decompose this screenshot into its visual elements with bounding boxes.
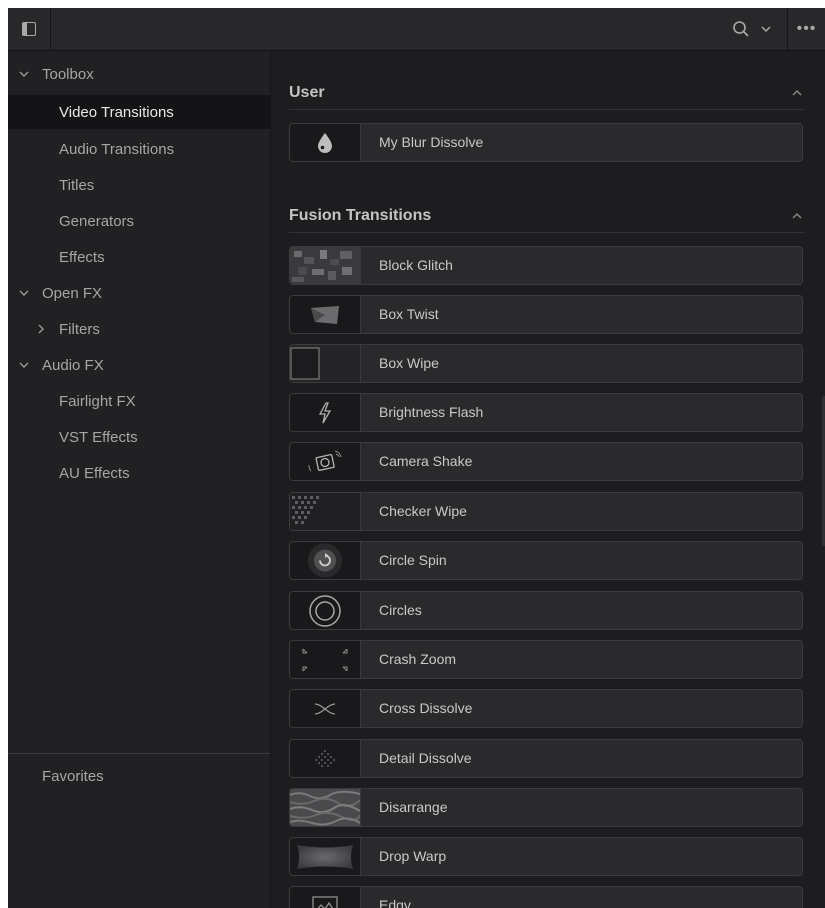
sidebar-item-label: Effects — [59, 248, 105, 266]
sidebar-item-label: Audio FX — [42, 356, 104, 374]
effect-item-disarrange[interactable]: Disarrange — [289, 788, 803, 827]
toolbar-divider — [50, 8, 51, 50]
sidebar-item-toolbox[interactable]: Toolbox — [8, 57, 270, 91]
effect-label: Circles — [379, 602, 422, 618]
effect-label: Edgy — [379, 897, 411, 908]
effect-item-box-wipe[interactable]: Box Wipe — [289, 344, 803, 383]
section-header-user[interactable]: User — [289, 77, 805, 110]
favorites-divider — [8, 753, 270, 754]
box-wipe-thumbnail — [290, 345, 361, 382]
sidebar-item-filters[interactable]: Filters — [8, 312, 270, 346]
sidebar-item-label: AU Effects — [59, 464, 130, 482]
chevron-up-icon[interactable] — [791, 210, 803, 222]
sidebar-item-effects[interactable]: Effects — [8, 240, 270, 274]
sidebar-item-label: Titles — [59, 176, 95, 194]
box-twist-thumbnail — [290, 296, 361, 333]
effect-item-camera-shake[interactable]: Camera Shake — [289, 442, 803, 481]
sidebar-item-label: Generators — [59, 212, 135, 230]
sidebar-item-vst-effects[interactable]: VST Effects — [8, 420, 270, 454]
more-options-button[interactable]: ••• — [788, 8, 825, 50]
droplet-icon — [290, 124, 361, 161]
sidebar-item-label: Audio Transitions — [59, 140, 175, 158]
effects-list-panel: User My Blur Dissolve Fusion Transitions — [271, 51, 825, 908]
section-header-fusion-transitions[interactable]: Fusion Transitions — [289, 200, 805, 233]
effect-label: Brightness Flash — [379, 404, 484, 420]
chevron-down-icon[interactable] — [18, 287, 30, 299]
sidebar-item-label: Open FX — [42, 284, 103, 302]
effect-item-detail-dissolve[interactable]: Detail Dissolve — [289, 739, 803, 778]
chevron-down-icon — [761, 26, 771, 33]
search-options-dropdown[interactable] — [756, 8, 776, 50]
effect-item-drop-warp[interactable]: Drop Warp — [289, 837, 803, 876]
section-title: Fusion Transitions — [289, 207, 432, 224]
effect-label: Cross Dissolve — [379, 700, 473, 716]
sidebar-item-favorites[interactable]: Favorites — [8, 759, 270, 793]
sidebar-item-audio-transitions[interactable]: Audio Transitions — [8, 132, 270, 166]
block-glitch-thumbnail — [290, 247, 361, 284]
chevron-down-icon[interactable] — [18, 68, 30, 80]
cross-dissolve-icon — [290, 690, 361, 727]
chevron-down-icon[interactable] — [18, 359, 30, 371]
sidebar-item-label: VST Effects — [59, 428, 138, 446]
sidebar-item-fairlight-fx[interactable]: Fairlight FX — [8, 384, 270, 418]
effect-label: Block Glitch — [379, 257, 453, 273]
effect-item-my-blur-dissolve[interactable]: My Blur Dissolve — [289, 123, 803, 162]
sidebar-item-titles[interactable]: Titles — [8, 168, 270, 202]
sidebar-item-label: Video Transitions — [59, 103, 174, 121]
effect-label: Crash Zoom — [379, 651, 457, 667]
detail-dissolve-thumbnail — [290, 740, 361, 777]
effect-item-circles[interactable]: Circles — [289, 591, 803, 630]
effect-item-block-glitch[interactable]: Block Glitch — [289, 246, 803, 285]
panel-toggle-icon — [22, 22, 36, 36]
search-icon — [733, 21, 749, 37]
effect-item-box-twist[interactable]: Box Twist — [289, 295, 803, 334]
sidebar-item-label: Filters — [59, 320, 100, 338]
effect-label: My Blur Dissolve — [379, 134, 484, 150]
sidebar-item-label: Fairlight FX — [59, 392, 136, 410]
effect-item-cross-dissolve[interactable]: Cross Dissolve — [289, 689, 803, 728]
effect-item-brightness-flash[interactable]: Brightness Flash — [289, 393, 803, 432]
effect-label: Detail Dissolve — [379, 750, 472, 766]
effects-toolbar: ••• — [8, 8, 825, 51]
effect-item-circle-spin[interactable]: Circle Spin — [289, 541, 803, 580]
sidebar-item-label: Favorites — [42, 767, 104, 785]
lightning-icon — [290, 394, 361, 431]
concentric-circles-icon — [290, 592, 361, 629]
effect-label: Box Wipe — [379, 355, 439, 371]
sidebar-item-open-fx[interactable]: Open FX — [8, 276, 270, 310]
chevron-up-icon[interactable] — [791, 87, 803, 99]
effect-label: Box Twist — [379, 306, 439, 322]
effect-item-checker-wipe[interactable]: Checker Wipe — [289, 492, 803, 531]
more-icon: ••• — [796, 20, 817, 37]
effect-label: Camera Shake — [379, 453, 473, 469]
circle-spin-icon — [290, 542, 361, 579]
effect-label: Circle Spin — [379, 552, 447, 568]
toggle-sidebar-button[interactable] — [8, 8, 50, 50]
image-icon — [290, 887, 361, 908]
sidebar-item-label: Toolbox — [42, 65, 94, 83]
effect-item-crash-zoom[interactable]: Crash Zoom — [289, 640, 803, 679]
sidebar-item-au-effects[interactable]: AU Effects — [8, 456, 270, 490]
effect-item-edgy[interactable]: Edgy — [289, 886, 803, 908]
effect-label: Checker Wipe — [379, 503, 467, 519]
sidebar-item-video-transitions[interactable]: Video Transitions — [8, 95, 270, 129]
search-button[interactable] — [726, 8, 756, 50]
crash-zoom-icon — [290, 641, 361, 678]
camera-shake-icon — [290, 443, 361, 480]
sidebar-item-generators[interactable]: Generators — [8, 204, 270, 238]
effects-sidebar: Toolbox Video Transitions Audio Transiti… — [8, 51, 271, 908]
disarrange-thumbnail — [290, 789, 361, 826]
effect-label: Drop Warp — [379, 848, 447, 864]
effect-label: Disarrange — [379, 799, 448, 815]
effects-library-window: ••• Toolbox Video Transitions Audio Tran… — [8, 8, 825, 908]
checker-wipe-thumbnail — [290, 493, 361, 530]
chevron-right-icon[interactable] — [35, 323, 47, 335]
drop-warp-thumbnail — [290, 838, 361, 875]
sidebar-item-audio-fx[interactable]: Audio FX — [8, 348, 270, 382]
section-title: User — [289, 84, 325, 101]
